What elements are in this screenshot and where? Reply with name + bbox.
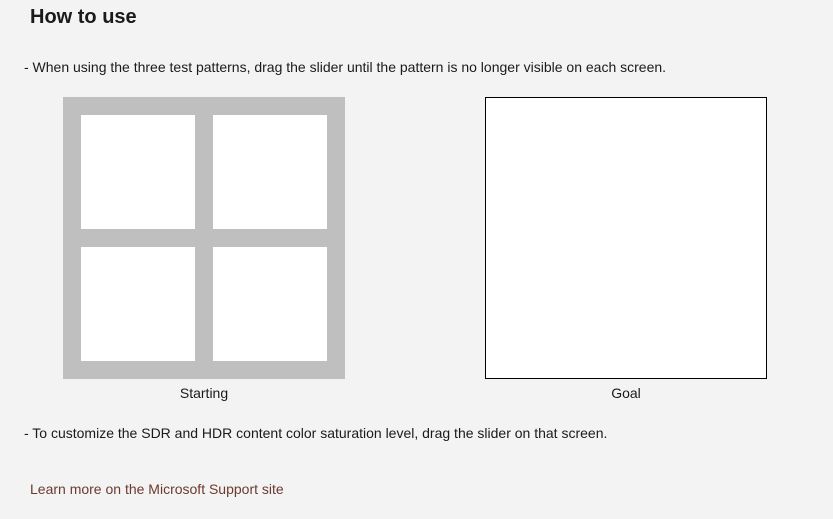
pattern-quad xyxy=(213,247,327,361)
pattern-quad xyxy=(213,115,327,229)
goal-pattern-box xyxy=(485,97,767,379)
pattern-quad xyxy=(81,247,195,361)
goal-caption: Goal xyxy=(611,385,641,401)
pattern-quad xyxy=(81,115,195,229)
examples-row: Starting Goal xyxy=(30,97,803,401)
instruction-text-1: - When using the three test patterns, dr… xyxy=(24,59,803,75)
learn-more-link[interactable]: Learn more on the Microsoft Support site xyxy=(30,481,284,497)
instruction-text-2: - To customize the SDR and HDR content c… xyxy=(24,425,803,441)
section-title: How to use xyxy=(30,6,803,29)
example-starting: Starting xyxy=(63,97,345,401)
starting-pattern-box xyxy=(63,97,345,379)
example-goal: Goal xyxy=(485,97,767,401)
starting-caption: Starting xyxy=(180,385,228,401)
